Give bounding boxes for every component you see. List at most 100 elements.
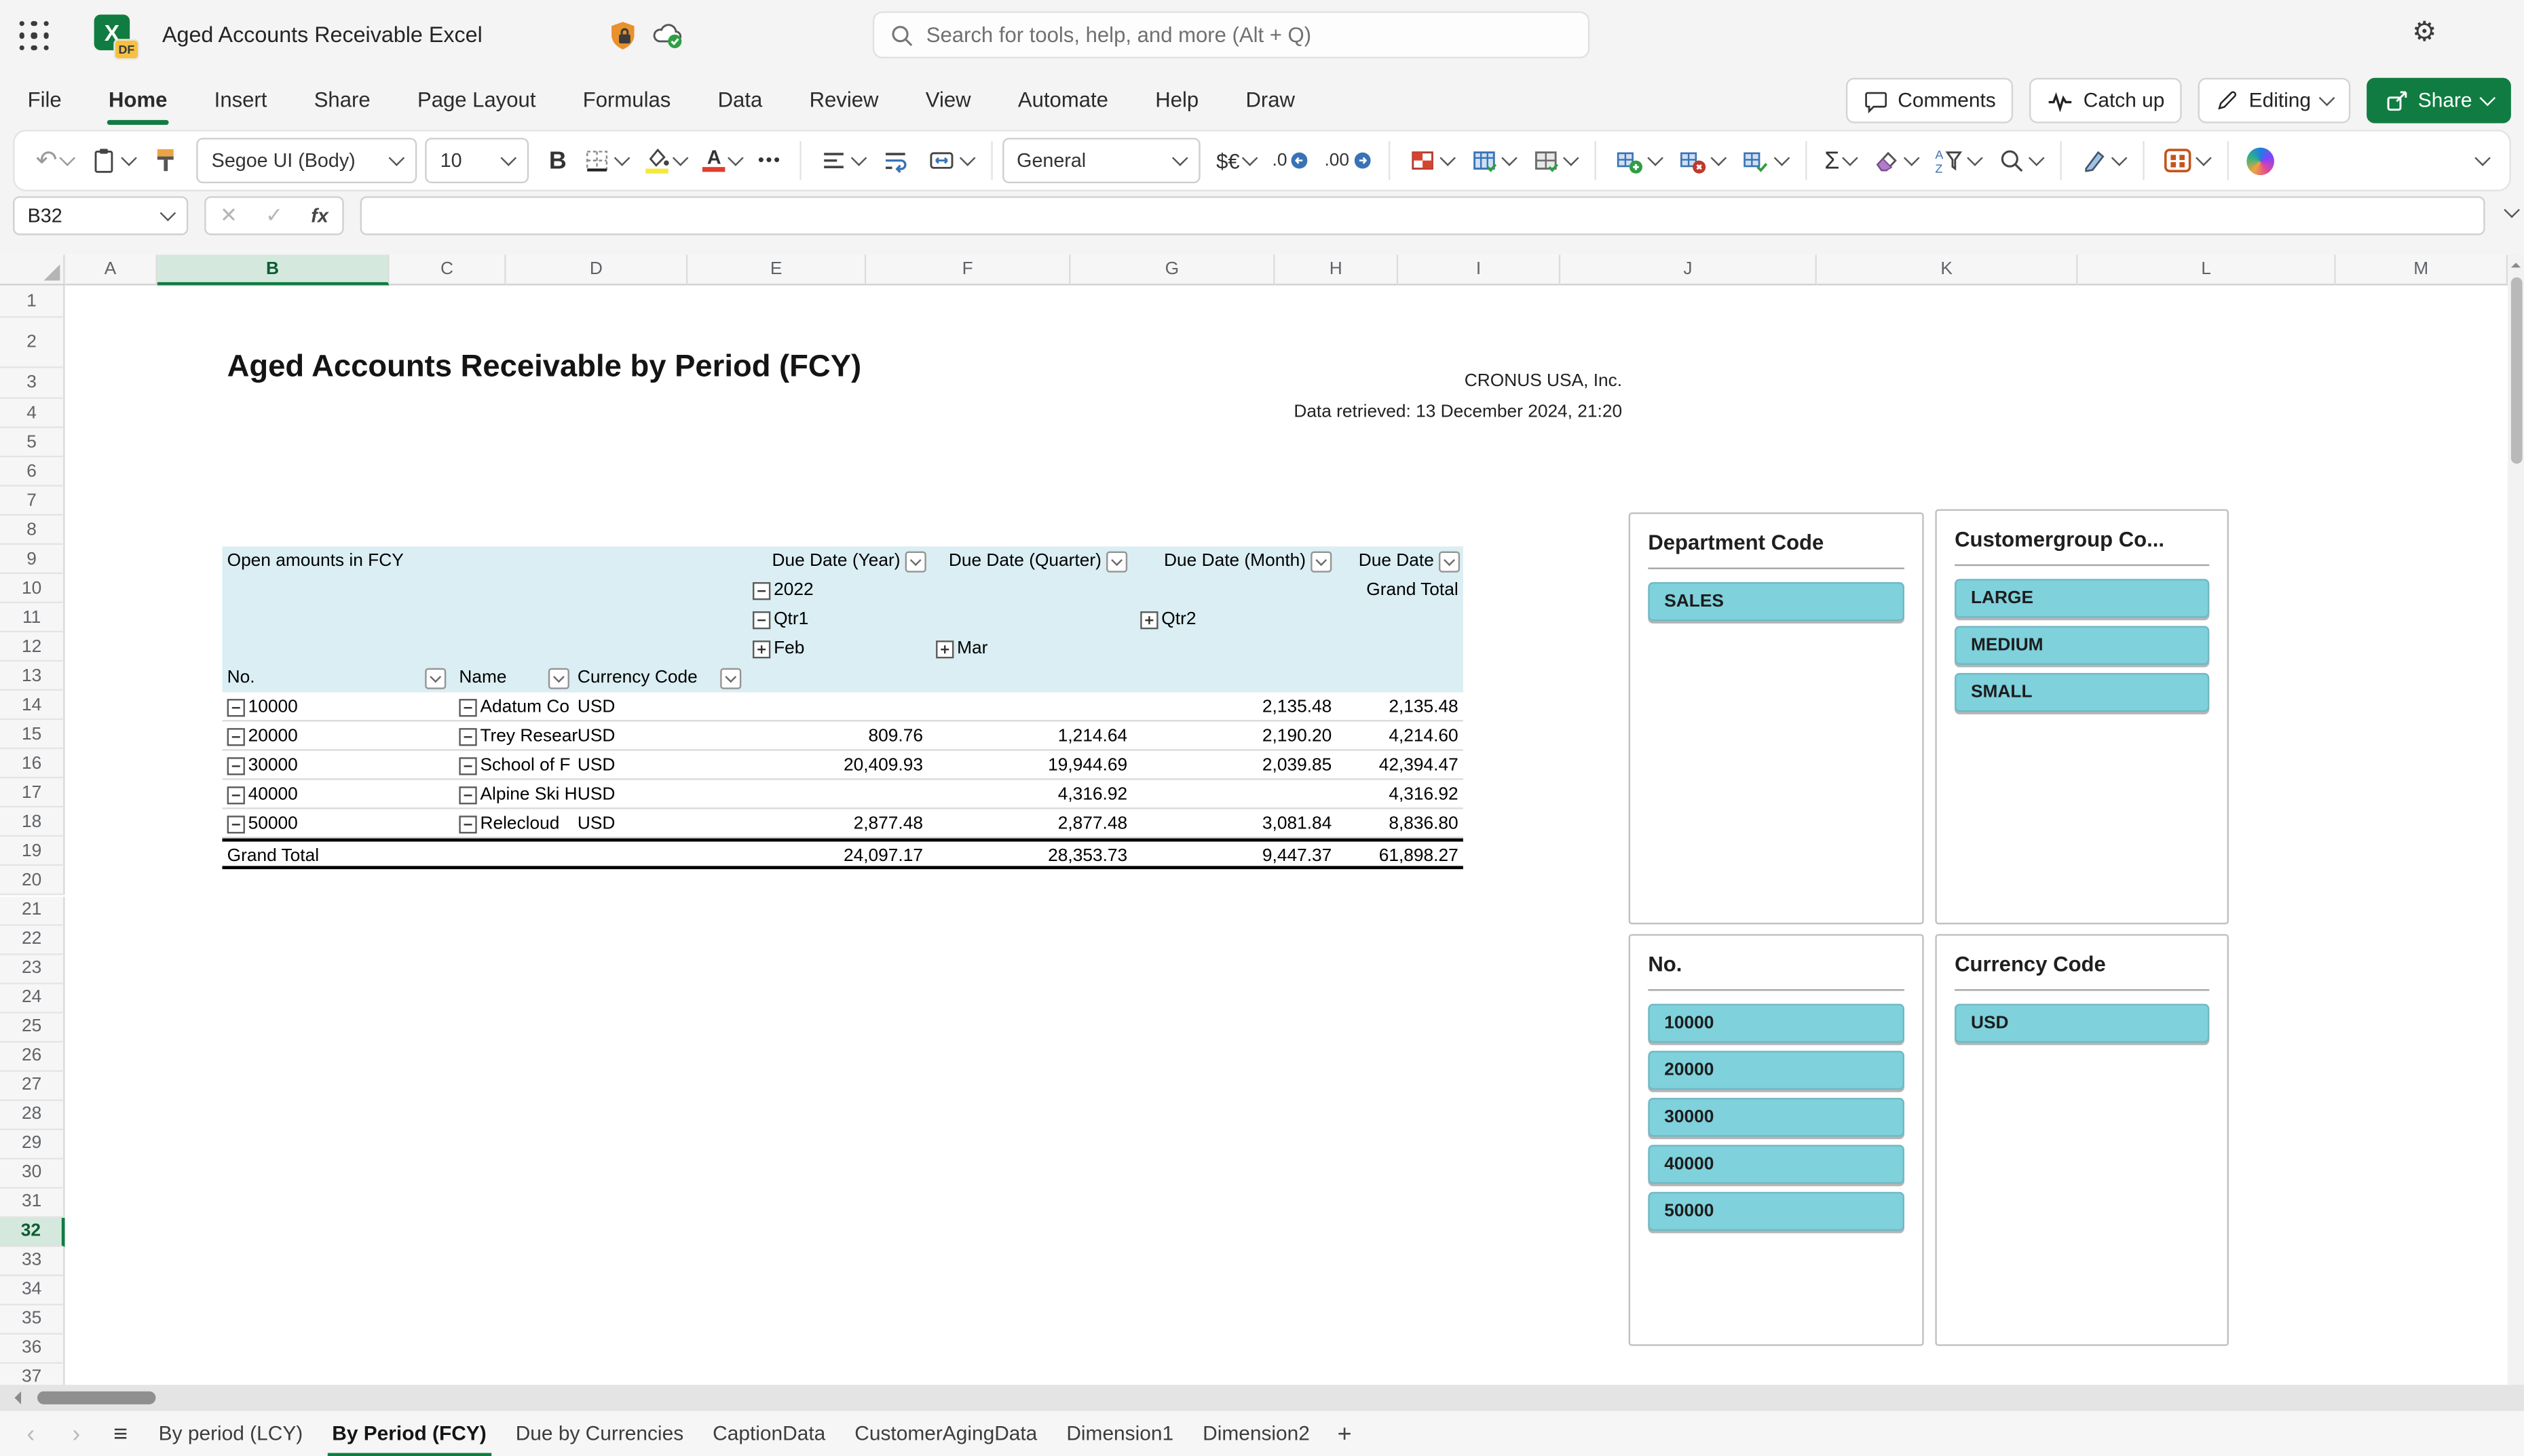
decrease-decimal-button[interactable]: .0 [1269,136,1312,185]
pivot-cell-qtr2[interactable]: 3,081.84 [1135,809,1332,839]
pivot-mar-group[interactable]: Mar [936,634,987,664]
font-color-button[interactable]: A [700,136,745,185]
share-button[interactable]: Share [2366,77,2511,123]
row-header-15[interactable]: 15 [0,720,65,750]
row-header-32[interactable]: 32 [0,1217,65,1247]
format-as-table-button[interactable] [1466,136,1518,185]
sheet-tab-due-by-currencies[interactable]: Due by Currencies [501,1410,698,1456]
bold-button[interactable]: B [546,136,569,185]
ribbon-tab-insert[interactable]: Insert [212,83,268,114]
scroll-left-arrow[interactable] [8,1391,22,1404]
column-header-D[interactable]: D [506,254,688,286]
row-header-11[interactable]: 11 [0,603,65,633]
cell-styles-button[interactable] [1528,136,1579,185]
row-header-9[interactable]: 9 [0,545,65,575]
column-header-K[interactable]: K [1816,254,2078,286]
row-header-25[interactable]: 25 [0,1012,65,1042]
filter-button-currency[interactable] [720,667,742,689]
pivot-cell-mar[interactable]: 19,944.69 [931,751,1127,780]
ribbon-tab-help[interactable]: Help [1154,83,1201,114]
row-header-10[interactable]: 10 [0,574,65,604]
add-sheet-icon[interactable]: + [1338,1420,1352,1448]
pivot-row-10000[interactable]: 10000 Adatum Co USD 2,135.48 2,135.48 [222,692,1463,722]
filter-button-name[interactable] [548,667,569,689]
ribbon-tab-file[interactable]: File [26,83,63,114]
row-header-35[interactable]: 35 [0,1305,65,1335]
settings-gear-icon[interactable]: ⚙ [2412,16,2436,49]
pivot-cell-feb[interactable]: 809.76 [753,722,923,751]
pivot-row-20000[interactable]: 20000 Trey Resear USD 809.76 1,214.64 2,190.2… [222,721,1463,751]
insert-cells-button[interactable] [1611,136,1664,185]
pivot-cell-qtr2[interactable]: 2,190.20 [1135,722,1332,751]
pivot-cell-name[interactable]: Adatum Co [459,693,569,722]
vertical-scrollbar-thumb[interactable] [2510,277,2522,464]
prev-sheet-icon[interactable]: ‹ [16,1420,45,1448]
clear-button[interactable] [1869,136,1921,185]
collapse-icon[interactable] [227,697,245,716]
conditional-formatting-button[interactable] [1404,136,1456,185]
ribbon-tab-data[interactable]: Data [716,83,764,114]
merge-cells-button[interactable] [923,136,977,185]
row-header-36[interactable]: 36 [0,1334,65,1364]
ribbon-tab-share[interactable]: Share [312,83,372,114]
ribbon-tab-review[interactable]: Review [808,83,880,114]
format-cells-button[interactable] [1737,136,1790,185]
pivot-cell-name[interactable]: School of F [459,751,570,780]
filter-button-due-date[interactable] [1439,550,1461,572]
filter-button-quarter[interactable] [1106,550,1128,572]
row-header-6[interactable]: 6 [0,457,65,487]
pivot-cell-total[interactable]: 42,394.47 [1340,751,1458,780]
row-header-21[interactable]: 21 [0,896,65,925]
select-all-corner[interactable] [0,254,65,286]
pivot-feb-group[interactable]: Feb [753,634,804,664]
ribbon-tab-draw[interactable]: Draw [1244,83,1296,114]
pivot-cell-total[interactable]: 4,214.60 [1340,722,1458,751]
all-sheets-menu-icon[interactable]: ≡ [113,1420,128,1448]
row-header-12[interactable]: 12 [0,632,65,662]
ribbon-tab-automate[interactable]: Automate [1017,83,1110,114]
sheet-tab-by-period-lcy-[interactable]: By period (LCY) [144,1410,318,1456]
find-button[interactable] [1994,136,2046,185]
row-header-7[interactable]: 7 [0,486,65,516]
slicer-item-40000[interactable]: 40000 [1648,1145,1904,1184]
row-header-27[interactable]: 27 [0,1071,65,1101]
pivot-cell-total[interactable]: 4,316.92 [1340,780,1458,809]
pivot-cell-no[interactable]: 40000 [227,780,298,809]
column-header-C[interactable]: C [389,254,506,286]
sheet-tab-by-period-fcy-[interactable]: By Period (FCY) [318,1410,501,1456]
delete-cells-button[interactable] [1674,136,1727,185]
expand-icon[interactable] [753,639,771,658]
pivot-year-group[interactable]: 2022 [753,575,814,605]
expand-formula-bar-icon[interactable] [2504,202,2520,218]
increase-decimal-button[interactable]: .00 [1321,136,1374,185]
pivot-cell-no[interactable]: 50000 [227,809,298,839]
row-header-13[interactable]: 13 [0,662,65,691]
slicer-item-usd[interactable]: USD [1955,1003,2210,1043]
collapse-icon[interactable] [459,727,477,746]
format-painter-button[interactable] [148,136,184,185]
pivot-row-40000[interactable]: 40000 Alpine Ski H USD 4,316.92 4,316.92 [222,780,1463,809]
slicer-item-50000[interactable]: 50000 [1648,1191,1904,1231]
pivot-cell-currency[interactable]: USD [578,780,616,809]
ribbon-tab-formulas[interactable]: Formulas [581,83,672,114]
column-header-J[interactable]: J [1560,254,1817,286]
insert-function-icon[interactable]: fx [311,204,328,227]
font-size-select[interactable]: 10 [426,138,530,184]
pivot-cell-currency[interactable]: USD [578,809,616,839]
app-launcher-icon[interactable] [19,21,50,52]
pivot-cell-qtr2[interactable]: 2,039.85 [1135,751,1332,780]
column-header-B[interactable]: B [157,254,390,286]
pivot-cell-mar[interactable]: 4,316.92 [931,780,1127,809]
cancel-entry-icon[interactable]: ✕ [220,203,238,229]
pivot-cell-qtr2[interactable] [1135,780,1332,809]
formula-input[interactable] [360,196,2485,235]
editing-mode-button[interactable]: Editing [2198,77,2350,123]
horizontal-scrollbar-thumb[interactable] [37,1390,156,1404]
excel-app-icon[interactable]: X DF [94,14,140,60]
vertical-scrollbar[interactable] [2508,254,2524,1385]
collapse-icon[interactable] [459,697,477,716]
column-header-L[interactable]: L [2077,254,2336,286]
collapse-icon[interactable] [227,786,245,804]
copilot-button[interactable] [2244,136,2278,185]
filter-button-year[interactable] [905,550,926,572]
